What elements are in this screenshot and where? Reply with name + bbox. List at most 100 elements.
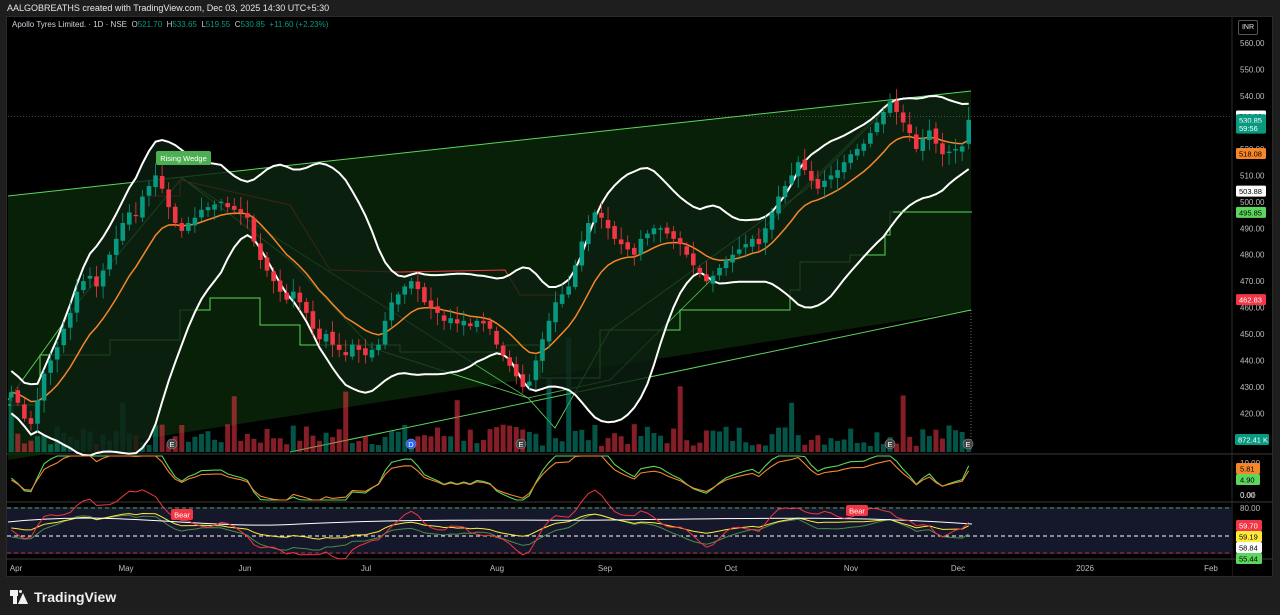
candle-body[interactable] bbox=[290, 291, 296, 299]
candle-body[interactable] bbox=[218, 201, 224, 204]
candle-body[interactable] bbox=[461, 320, 467, 326]
candle-body[interactable] bbox=[166, 189, 171, 208]
candle-body[interactable] bbox=[481, 320, 486, 324]
candle-body[interactable] bbox=[946, 151, 952, 154]
candle-body[interactable] bbox=[382, 320, 388, 345]
candle-body[interactable] bbox=[730, 254, 735, 263]
candle-body[interactable] bbox=[81, 281, 86, 290]
candle-body[interactable] bbox=[671, 231, 676, 239]
candle-body[interactable] bbox=[231, 205, 237, 210]
candle-body[interactable] bbox=[186, 222, 191, 231]
candle-body[interactable] bbox=[854, 148, 860, 156]
candle-body[interactable] bbox=[782, 185, 788, 198]
candle-body[interactable] bbox=[940, 143, 945, 155]
candle-body[interactable] bbox=[907, 124, 912, 134]
candle-body[interactable] bbox=[723, 260, 729, 269]
candle-body[interactable] bbox=[41, 373, 47, 401]
candle-body[interactable] bbox=[736, 249, 742, 254]
candle-body[interactable] bbox=[100, 270, 106, 287]
candle-body[interactable] bbox=[887, 101, 893, 113]
candle-body[interactable] bbox=[828, 175, 834, 180]
candle-body[interactable] bbox=[717, 267, 722, 276]
candle-body[interactable] bbox=[959, 146, 965, 152]
candle-body[interactable] bbox=[500, 345, 506, 356]
candle-body[interactable] bbox=[277, 280, 283, 292]
candle-body[interactable] bbox=[297, 292, 303, 303]
candle-body[interactable] bbox=[205, 207, 211, 211]
candle-body[interactable] bbox=[474, 320, 480, 328]
candle-body[interactable] bbox=[599, 212, 604, 218]
candle-body[interactable] bbox=[172, 206, 178, 223]
candle-body[interactable] bbox=[638, 238, 644, 255]
candle-body[interactable] bbox=[559, 294, 565, 304]
candle-body[interactable] bbox=[435, 306, 440, 313]
candle-body[interactable] bbox=[625, 242, 631, 250]
candle-body[interactable] bbox=[317, 328, 322, 340]
candle-body[interactable] bbox=[533, 360, 539, 381]
candle-body[interactable] bbox=[546, 320, 552, 342]
candle-body[interactable] bbox=[140, 196, 145, 218]
event-marker[interactable]: E bbox=[166, 438, 178, 450]
candle-body[interactable] bbox=[750, 238, 755, 247]
candle-body[interactable] bbox=[953, 148, 958, 151]
candle-body[interactable] bbox=[402, 286, 408, 295]
candle-body[interactable] bbox=[8, 392, 14, 398]
candle-body[interactable] bbox=[245, 213, 250, 218]
candle-body[interactable] bbox=[927, 130, 932, 141]
candle-body[interactable] bbox=[841, 162, 847, 173]
candle-body[interactable] bbox=[697, 267, 703, 274]
candle-body[interactable] bbox=[409, 281, 414, 289]
symbol-name[interactable]: Apollo Tyres Limited. · 1D · NSE bbox=[12, 20, 127, 29]
event-marker[interactable]: E bbox=[962, 438, 974, 450]
candle-body[interactable] bbox=[422, 287, 427, 303]
candle-body[interactable] bbox=[769, 212, 775, 230]
candle-body[interactable] bbox=[199, 209, 204, 218]
candle-body[interactable] bbox=[848, 154, 853, 163]
event-marker[interactable]: E bbox=[515, 438, 527, 450]
tradingview-brand[interactable]: TradingView bbox=[10, 588, 116, 606]
candle-body[interactable] bbox=[684, 246, 690, 255]
currency-button[interactable]: INR bbox=[1238, 20, 1258, 35]
candle-body[interactable] bbox=[704, 274, 709, 282]
event-marker[interactable]: E bbox=[884, 438, 896, 450]
candle-body[interactable] bbox=[336, 344, 342, 350]
candle-body[interactable] bbox=[835, 170, 840, 178]
candle-body[interactable] bbox=[802, 159, 808, 171]
candle-body[interactable] bbox=[487, 321, 493, 329]
candle-body[interactable] bbox=[192, 217, 198, 226]
candle-body[interactable] bbox=[349, 344, 355, 357]
candle-body[interactable] bbox=[658, 228, 663, 230]
candle-body[interactable] bbox=[113, 238, 119, 255]
candle-body[interactable] bbox=[572, 265, 578, 287]
candle-body[interactable] bbox=[900, 112, 906, 123]
candle-body[interactable] bbox=[677, 238, 683, 245]
candle-body[interactable] bbox=[520, 374, 526, 387]
candle-body[interactable] bbox=[763, 228, 768, 243]
candle-body[interactable] bbox=[363, 348, 368, 356]
candle-body[interactable] bbox=[389, 302, 394, 321]
candle-body[interactable] bbox=[710, 275, 716, 284]
candle-body[interactable] bbox=[645, 233, 650, 239]
candle-body[interactable] bbox=[159, 175, 165, 189]
oscillator-slow-line[interactable] bbox=[11, 455, 970, 501]
candle-body[interactable] bbox=[874, 122, 880, 133]
candle-body[interactable] bbox=[527, 381, 532, 386]
candle-body[interactable] bbox=[133, 214, 139, 217]
candle-body[interactable] bbox=[94, 276, 99, 287]
candle-body[interactable] bbox=[448, 318, 453, 324]
candle-body[interactable] bbox=[48, 360, 53, 373]
candle-body[interactable] bbox=[264, 257, 270, 271]
candle-body[interactable] bbox=[54, 347, 60, 360]
bear-signal-label[interactable]: Bear bbox=[171, 509, 193, 520]
candle-body[interactable] bbox=[612, 226, 617, 239]
rising-wedge-label[interactable]: Rising Wedge bbox=[156, 151, 211, 165]
candle-body[interactable] bbox=[618, 239, 624, 245]
candle-body[interactable] bbox=[212, 204, 217, 210]
candle-body[interactable] bbox=[271, 271, 276, 282]
candle-body[interactable] bbox=[789, 175, 794, 184]
candle-body[interactable] bbox=[35, 400, 40, 424]
candle-body[interactable] bbox=[304, 301, 309, 313]
bear-signal-label[interactable]: Bear bbox=[846, 505, 868, 516]
candle-body[interactable] bbox=[284, 292, 290, 300]
candle-body[interactable] bbox=[631, 247, 637, 255]
